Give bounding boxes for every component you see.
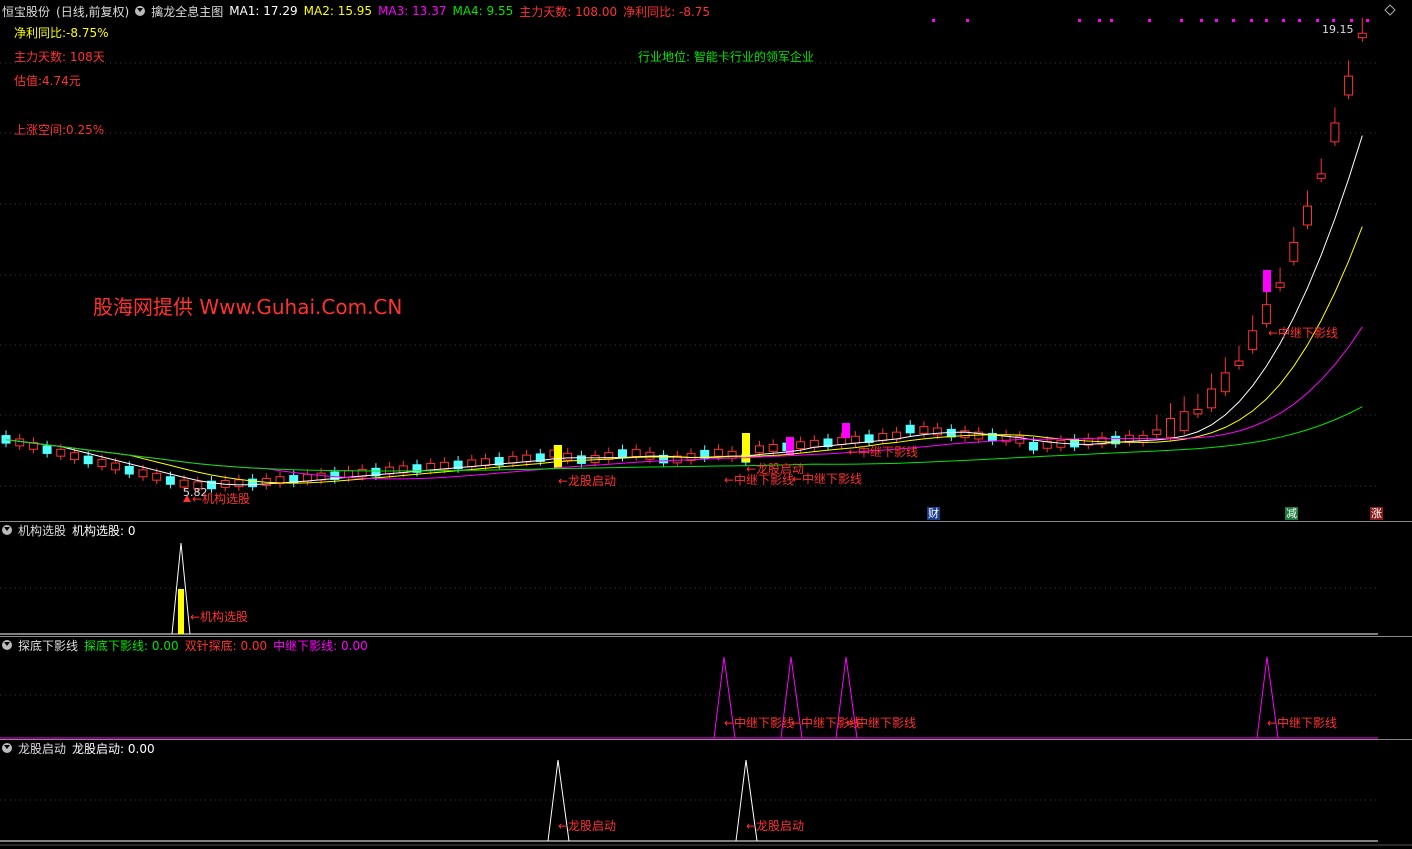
panel-dragon-annot-1: ←龙股启动 (558, 819, 617, 833)
panel-dragon-canvas[interactable] (0, 0, 1412, 849)
panel-dragon-annot-2: ←龙股启动 (746, 819, 805, 833)
